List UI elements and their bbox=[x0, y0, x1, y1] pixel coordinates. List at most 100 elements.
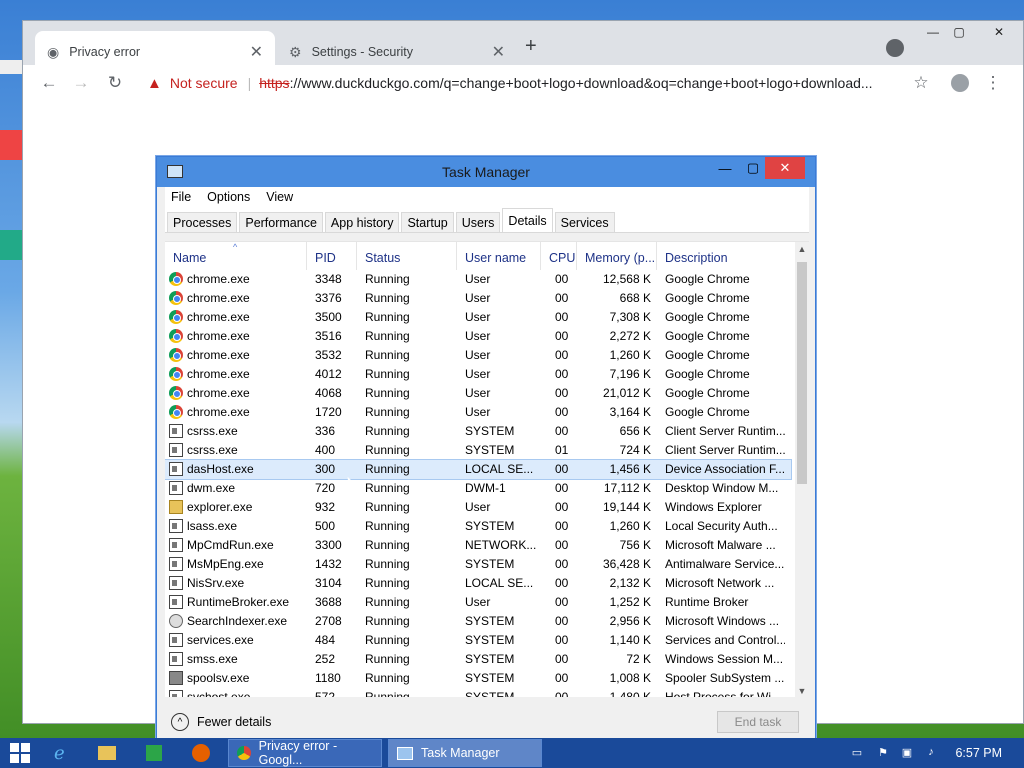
menu-options[interactable]: Options bbox=[207, 190, 250, 204]
process-row[interactable]: dasHost.exe 300 Running LOCAL SE... 00 1,456 … bbox=[165, 459, 792, 480]
clock[interactable]: 6:57 PM bbox=[955, 738, 1002, 768]
chrome-menu-dropdown-icon[interactable] bbox=[886, 39, 904, 57]
flag-icon[interactable]: ⚑ bbox=[876, 746, 890, 760]
process-row[interactable]: chrome.exe 4068 Running User 00 21,012 K Googl… bbox=[165, 384, 791, 403]
close-tab-icon[interactable]: ✕ bbox=[492, 42, 505, 62]
process-row[interactable]: dwm.exe 720 Running DWM-1 00 17,112 K Desktop … bbox=[165, 479, 791, 498]
process-name: chrome.exe bbox=[187, 291, 250, 305]
tab-app-history[interactable]: App history bbox=[324, 212, 400, 232]
desktop-icon-fragment[interactable] bbox=[0, 130, 22, 160]
column-memory[interactable]: Memory (p... bbox=[577, 242, 657, 270]
tab-services[interactable]: Services bbox=[554, 212, 615, 232]
forward-arrow-icon[interactable]: → bbox=[67, 69, 95, 97]
process-memory: 1,260 K bbox=[609, 519, 651, 533]
kebab-menu-icon[interactable]: ⋮ bbox=[979, 69, 1007, 97]
vertical-scrollbar[interactable]: ▲ ▼ bbox=[795, 242, 809, 697]
process-description: Windows Explorer bbox=[665, 500, 762, 514]
taskbar-app-task-manager[interactable]: Task Manager bbox=[388, 739, 542, 767]
maximize-icon[interactable]: ▢ bbox=[941, 21, 977, 43]
column-cpu[interactable]: CPU bbox=[541, 242, 577, 270]
process-cpu: 00 bbox=[555, 500, 569, 514]
process-pid: 336 bbox=[315, 424, 336, 438]
process-row[interactable]: MsMpEng.exe 1432 Running SYSTEM 00 36,428 K An… bbox=[165, 555, 791, 574]
process-cpu: 00 bbox=[555, 386, 569, 400]
process-row[interactable]: SearchIndexer.exe 2708 Running SYSTEM 00 2,95… bbox=[165, 612, 791, 631]
column-pid[interactable]: PID bbox=[307, 242, 357, 270]
start-button[interactable] bbox=[10, 743, 30, 763]
process-row[interactable]: chrome.exe 3516 Running User 00 2,272 K Google… bbox=[165, 327, 791, 346]
scrollbar-thumb[interactable] bbox=[797, 262, 807, 484]
process-name: RuntimeBroker.exe bbox=[187, 595, 290, 609]
close-window-icon[interactable]: ✕ bbox=[765, 157, 805, 179]
process-row[interactable]: RuntimeBroker.exe 3688 Running User 00 1,252 … bbox=[165, 593, 791, 612]
process-row[interactable]: chrome.exe 3532 Running User 00 1,260 K Google… bbox=[165, 346, 791, 365]
process-row[interactable]: chrome.exe 3376 Running User 00 668 K Google C… bbox=[165, 289, 791, 308]
column-name[interactable]: Name bbox=[165, 242, 307, 270]
process-row[interactable]: services.exe 484 Running SYSTEM 00 1,140 K Ser… bbox=[165, 631, 791, 650]
process-cpu: 00 bbox=[555, 405, 569, 419]
process-row[interactable]: chrome.exe 4012 Running User 00 7,196 K Google… bbox=[165, 365, 791, 384]
process-row[interactable]: NisSrv.exe 3104 Running LOCAL SE... 00 2,132 … bbox=[165, 574, 791, 593]
chrome-icon bbox=[169, 348, 183, 362]
internet-explorer-icon[interactable]: ℯ bbox=[54, 738, 65, 768]
process-row[interactable]: chrome.exe 1720 Running User 00 3,164 K Google… bbox=[165, 403, 791, 422]
process-memory: 36,428 K bbox=[602, 557, 651, 571]
url-text: ://www.duckduckgo.com/q=change+boot+logo… bbox=[289, 75, 873, 91]
process-status: Running bbox=[365, 386, 410, 400]
window-icon bbox=[169, 538, 183, 552]
process-cpu: 00 bbox=[555, 481, 569, 495]
process-row[interactable]: csrss.exe 336 Running SYSTEM 00 656 K Client S… bbox=[165, 422, 791, 441]
process-row[interactable]: chrome.exe 3348 Running User 00 12,568 K Googl… bbox=[165, 270, 791, 289]
file-explorer-icon[interactable] bbox=[98, 738, 116, 768]
process-row[interactable]: chrome.exe 3500 Running User 00 7,308 K Google… bbox=[165, 308, 791, 327]
process-row[interactable]: lsass.exe 500 Running SYSTEM 00 1,260 K Local … bbox=[165, 517, 791, 536]
column-user-name[interactable]: User name bbox=[457, 242, 541, 270]
profile-avatar-icon[interactable] bbox=[951, 74, 969, 92]
menu-view[interactable]: View bbox=[266, 190, 293, 204]
process-row[interactable]: explorer.exe 932 Running User 00 19,144 K Wind… bbox=[165, 498, 791, 517]
column-description[interactable]: Description bbox=[657, 242, 791, 270]
process-description: Services and Control... bbox=[665, 633, 785, 647]
process-status: Running bbox=[365, 424, 410, 438]
process-name: smss.exe bbox=[187, 652, 238, 666]
desktop-icon-fragment[interactable] bbox=[0, 60, 22, 74]
process-row[interactable]: MpCmdRun.exe 3300 Running NETWORK... 00 756 K… bbox=[165, 536, 791, 555]
process-user: User bbox=[465, 595, 491, 609]
process-row[interactable]: smss.exe 252 Running SYSTEM 00 72 K Windows Se… bbox=[165, 650, 791, 669]
star-icon[interactable]: ☆ bbox=[907, 69, 935, 97]
scroll-up-icon[interactable]: ▲ bbox=[795, 242, 809, 256]
process-description: Microsoft Network ... bbox=[665, 576, 775, 590]
tab-processes[interactable]: Processes bbox=[167, 212, 238, 232]
folder-icon bbox=[169, 500, 183, 514]
tab-performance[interactable]: Performance bbox=[239, 212, 323, 232]
scroll-down-icon[interactable]: ▼ bbox=[795, 684, 809, 697]
firefox-icon[interactable] bbox=[192, 738, 210, 768]
desktop-icon-fragment[interactable] bbox=[0, 230, 22, 260]
task-manager-titlebar[interactable]: Task Manager — ▢ ✕ bbox=[157, 157, 815, 187]
address-bar[interactable]: ▲ Not secure | https://www.duckduckgo.co… bbox=[139, 68, 939, 98]
network-icon[interactable]: ▣ bbox=[900, 746, 914, 760]
process-row[interactable]: svchost.exe 572 Running SYSTEM 00 1,480 K Host… bbox=[165, 688, 791, 697]
store-icon[interactable] bbox=[146, 738, 162, 768]
taskbar-app-chrome[interactable]: Privacy error - Googl... bbox=[228, 739, 382, 767]
column-status[interactable]: Status bbox=[357, 242, 457, 270]
tab-details[interactable]: Details bbox=[502, 208, 553, 232]
end-task-button[interactable]: End task bbox=[717, 711, 799, 733]
volume-icon[interactable]: ♪ bbox=[924, 746, 938, 760]
action-center-icon[interactable]: ▭ bbox=[850, 746, 864, 760]
back-arrow-icon[interactable]: ← bbox=[35, 69, 63, 97]
process-row[interactable]: csrss.exe 400 Running SYSTEM 01 724 K Client S… bbox=[165, 441, 791, 460]
tab-users[interactable]: Users bbox=[455, 212, 501, 232]
tab-startup[interactable]: Startup bbox=[401, 212, 454, 232]
details-list: ^ Name PID Status User name CPU Memory (… bbox=[165, 241, 809, 697]
plus-icon[interactable]: + bbox=[525, 35, 537, 58]
reload-icon[interactable]: ↻ bbox=[101, 69, 129, 97]
process-memory: 72 K bbox=[626, 652, 651, 666]
process-row[interactable]: spoolsv.exe 1180 Running SYSTEM 00 1,008 K Spo… bbox=[165, 669, 791, 688]
close-window-icon[interactable]: ✕ bbox=[977, 21, 1021, 43]
process-name: explorer.exe bbox=[187, 500, 253, 514]
menu-file[interactable]: File bbox=[171, 190, 191, 204]
process-description: Desktop Window M... bbox=[665, 481, 779, 495]
close-tab-icon[interactable]: ✕ bbox=[250, 42, 263, 62]
fewer-details-button[interactable]: ^ Fewer details bbox=[171, 713, 271, 731]
